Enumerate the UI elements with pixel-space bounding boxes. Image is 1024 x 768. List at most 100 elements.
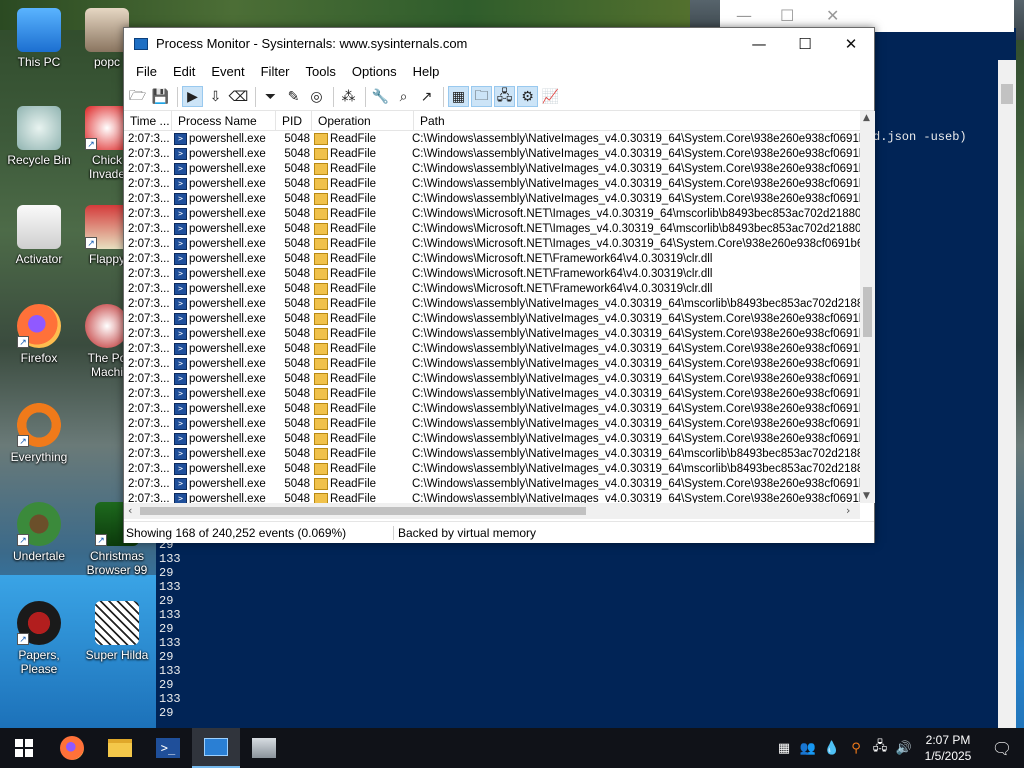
table-row[interactable]: 2:07:3... > powershell.exe 5048 ReadFile C:\W… [124,326,860,341]
table-row[interactable]: 2:07:3... > powershell.exe 5048 ReadFile C:\W… [124,221,860,236]
table-row[interactable]: 2:07:3... > powershell.exe 5048 ReadFile C:\W… [124,161,860,176]
taskbar-firefox[interactable] [48,728,96,768]
table-row[interactable]: 2:07:3... > powershell.exe 5048 ReadFile C:\W… [124,341,860,356]
close-icon[interactable]: ✕ [826,6,839,25]
table-row[interactable]: 2:07:3... > powershell.exe 5048 ReadFile C:\W… [124,491,860,503]
column-header-process-name[interactable]: Process Name [172,111,276,131]
powershell-icon: > [174,222,187,235]
scroll-left-icon[interactable]: ‹ [128,504,132,517]
table-row[interactable]: 2:07:3... > powershell.exe 5048 ReadFile C:\W… [124,251,860,266]
column-header-path[interactable]: Path [414,111,860,131]
cell-operation: ReadFile [314,252,412,265]
table-row[interactable]: 2:07:3... > powershell.exe 5048 ReadFile C:\W… [124,356,860,371]
maximize-icon[interactable]: ☐ [780,6,794,25]
profiling-events-icon[interactable]: 📈 [540,86,561,107]
properties-wrench-icon[interactable]: 🔧 [370,86,391,107]
minimize-icon[interactable]: — [736,6,752,25]
save-icon[interactable]: 💾 [150,86,171,107]
table-row[interactable]: 2:07:3... > powershell.exe 5048 ReadFile C:\W… [124,281,860,296]
file-operation-icon [314,477,328,490]
vertical-scrollbar[interactable]: ▲ ▼ [860,111,875,503]
include-process-icon[interactable]: ◎ [306,86,327,107]
menu-edit[interactable]: Edit [165,64,203,79]
table-row[interactable]: 2:07:3... > powershell.exe 5048 ReadFile C:\W… [124,206,860,221]
find-icon[interactable]: ⌕ [393,86,414,107]
tray-volume-icon[interactable]: 🔊 [892,741,916,756]
clock[interactable]: 2:07 PM 1/5/2025 [916,732,980,764]
minimize-button[interactable]: — [736,28,782,59]
window-titlebar[interactable]: Process Monitor - Sysinternals: www.sysi… [124,28,874,59]
table-row[interactable]: 2:07:3... > powershell.exe 5048 ReadFile C:\W… [124,416,860,431]
highlight-icon[interactable]: ✎ [283,86,304,107]
table-row[interactable]: 2:07:3... > powershell.exe 5048 ReadFile C:\W… [124,446,860,461]
table-row[interactable]: 2:07:3... > powershell.exe 5048 ReadFile C:\W… [124,431,860,446]
scrollbar-thumb[interactable] [1001,84,1013,104]
menu-help[interactable]: Help [405,64,448,79]
desktop-icon-activator[interactable]: Activator [0,205,78,266]
tray-app-icon[interactable]: ▦ [772,741,796,756]
table-row[interactable]: 2:07:3... > powershell.exe 5048 ReadFile C:\W… [124,461,860,476]
taskbar-file-explorer[interactable] [96,728,144,768]
process-monitor-window[interactable]: Process Monitor - Sysinternals: www.sysi… [123,27,875,543]
table-row[interactable]: 2:07:3... > powershell.exe 5048 ReadFile C:\W… [124,131,860,146]
clear-icon[interactable]: ⌫ [228,86,249,107]
table-row[interactable]: 2:07:3... > powershell.exe 5048 ReadFile C:\W… [124,146,860,161]
start-button[interactable] [0,728,48,768]
tray-network-icon[interactable]: 🖧 [868,737,892,759]
tray-search-icon[interactable]: ⚲ [844,741,868,756]
scroll-up-icon[interactable]: ▲ [863,113,870,123]
scrollbar-thumb[interactable] [863,287,872,337]
desktop-icon-everything[interactable]: ↗ Everything [0,403,78,464]
column-header-pid[interactable]: PID [276,111,312,131]
desktop-icon-papers-please[interactable]: ↗ Papers, Please [0,601,78,676]
desktop-icon-super-hilda[interactable]: Super Hilda [78,601,156,662]
table-row[interactable]: 2:07:3... > powershell.exe 5048 ReadFile C:\W… [124,191,860,206]
taskbar-powershell[interactable]: >_ [144,728,192,768]
capture-icon[interactable]: ▶ [182,86,203,107]
desktop-icon-this-pc[interactable]: This PC [0,8,78,69]
menu-filter[interactable]: Filter [253,64,298,79]
scrollbar-thumb[interactable] [140,507,586,515]
network-activity-icon[interactable]: 🖧 [494,86,515,107]
process-thread-activity-icon[interactable]: ⚙ [517,86,538,107]
menu-file[interactable]: File [128,64,165,79]
close-button[interactable]: ✕ [828,28,874,59]
desktop-icon-undertale[interactable]: ↗ Undertale [0,502,78,563]
cell-pid: 5048 [284,477,310,490]
table-row[interactable]: 2:07:3... > powershell.exe 5048 ReadFile C:\W… [124,476,860,491]
menu-event[interactable]: Event [203,64,252,79]
powershell-scrollbar[interactable] [998,60,1016,728]
taskbar-process-monitor[interactable] [192,728,240,768]
open-folder-icon[interactable]: 🗁 [127,86,148,107]
desktop-icon-recycle-bin[interactable]: Recycle Bin [0,106,78,167]
desktop-icon-firefox[interactable]: ↗ Firefox [0,304,78,365]
cell-pid: 5048 [284,492,310,504]
process-tree-icon[interactable]: ⁂ [338,86,359,107]
table-row[interactable]: 2:07:3... > powershell.exe 5048 ReadFile C:\W… [124,266,860,281]
tray-people-icon[interactable]: 👥 [796,741,820,756]
autoscroll-icon[interactable]: ⇩ [205,86,226,107]
tray-drop-icon[interactable]: 💧 [820,741,844,756]
table-row[interactable]: 2:07:3... > powershell.exe 5048 ReadFile C:\W… [124,311,860,326]
filter-icon[interactable]: ⏷ [260,86,281,107]
menu-options[interactable]: Options [344,64,405,79]
table-row[interactable]: 2:07:3... > powershell.exe 5048 ReadFile C:\W… [124,386,860,401]
column-header-operation[interactable]: Operation [312,111,414,131]
table-row[interactable]: 2:07:3... > powershell.exe 5048 ReadFile C:\W… [124,401,860,416]
horizontal-scrollbar[interactable]: ‹ › [124,503,860,519]
column-header-time[interactable]: Time ... [124,111,172,131]
scroll-down-icon[interactable]: ▼ [863,491,870,501]
notification-icon[interactable]: 🗨 [980,739,1024,758]
taskbar-app[interactable] [240,728,288,768]
table-row[interactable]: 2:07:3... > powershell.exe 5048 ReadFile C:\W… [124,371,860,386]
table-row[interactable]: 2:07:3... > powershell.exe 5048 ReadFile C:\W… [124,176,860,191]
event-table[interactable]: Time ... Process Name PID Operation Path… [124,111,860,503]
registry-activity-icon[interactable]: ▦ [448,86,469,107]
table-row[interactable]: 2:07:3... > powershell.exe 5048 ReadFile C:\W… [124,296,860,311]
table-row[interactable]: 2:07:3... > powershell.exe 5048 ReadFile C:\W… [124,236,860,251]
menu-tools[interactable]: Tools [298,64,344,79]
jump-to-icon[interactable]: ↗ [416,86,437,107]
maximize-button[interactable]: ☐ [782,28,828,59]
scroll-right-icon[interactable]: › [846,504,850,517]
filesystem-activity-icon[interactable]: 🗀 [471,86,492,107]
